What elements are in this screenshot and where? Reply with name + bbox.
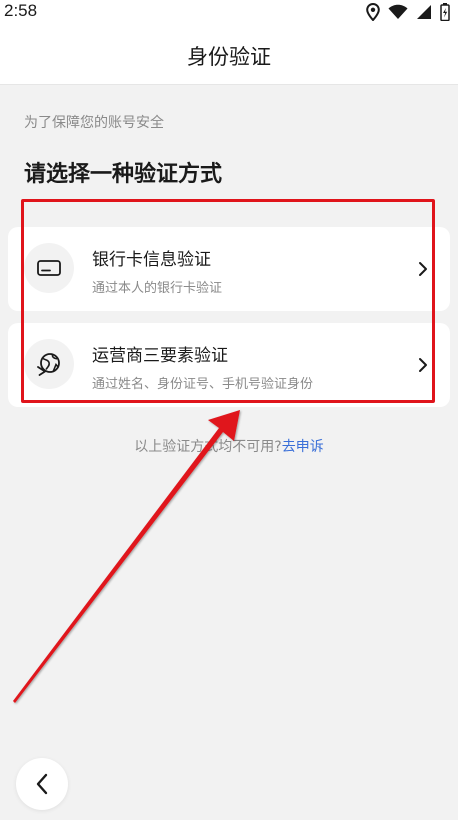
back-button[interactable]: [16, 758, 68, 810]
annotation-arrow: [13, 410, 240, 703]
chevron-left-icon: [36, 773, 48, 795]
